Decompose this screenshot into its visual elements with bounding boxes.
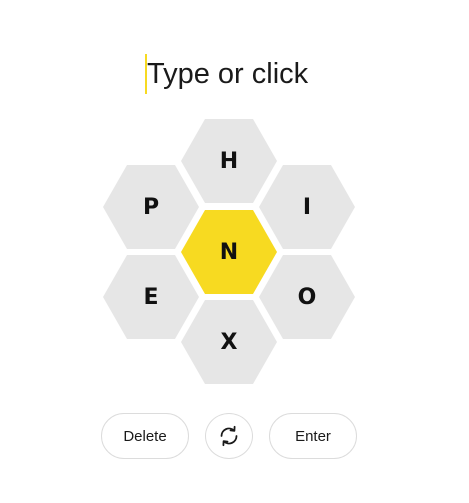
hive-cell-top[interactable]: H (181, 119, 277, 203)
hive-cell-upper-left[interactable]: P (103, 165, 199, 249)
shuffle-icon (220, 425, 238, 447)
hive-cell-lower-right[interactable]: O (259, 255, 355, 339)
delete-button-label: Delete (123, 427, 167, 445)
hive-cell-lower-left[interactable]: E (103, 255, 199, 339)
hive-cell-upper-right[interactable]: I (259, 165, 355, 249)
hive-letter: I (302, 194, 312, 220)
enter-button-label: Enter (295, 427, 331, 445)
hive-cell-bottom[interactable]: X (181, 300, 277, 384)
hive-letter: E (143, 284, 159, 310)
hive-cell-center[interactable]: N (181, 210, 277, 294)
hive-letter: H (219, 148, 239, 174)
delete-button[interactable]: Delete (101, 413, 189, 459)
hive-letter: X (220, 329, 238, 355)
shuffle-button[interactable] (205, 413, 253, 459)
hive-letter-center: N (219, 239, 239, 265)
hive-letter: O (297, 284, 317, 310)
hive-letter: P (142, 194, 160, 220)
enter-button[interactable]: Enter (269, 413, 357, 459)
